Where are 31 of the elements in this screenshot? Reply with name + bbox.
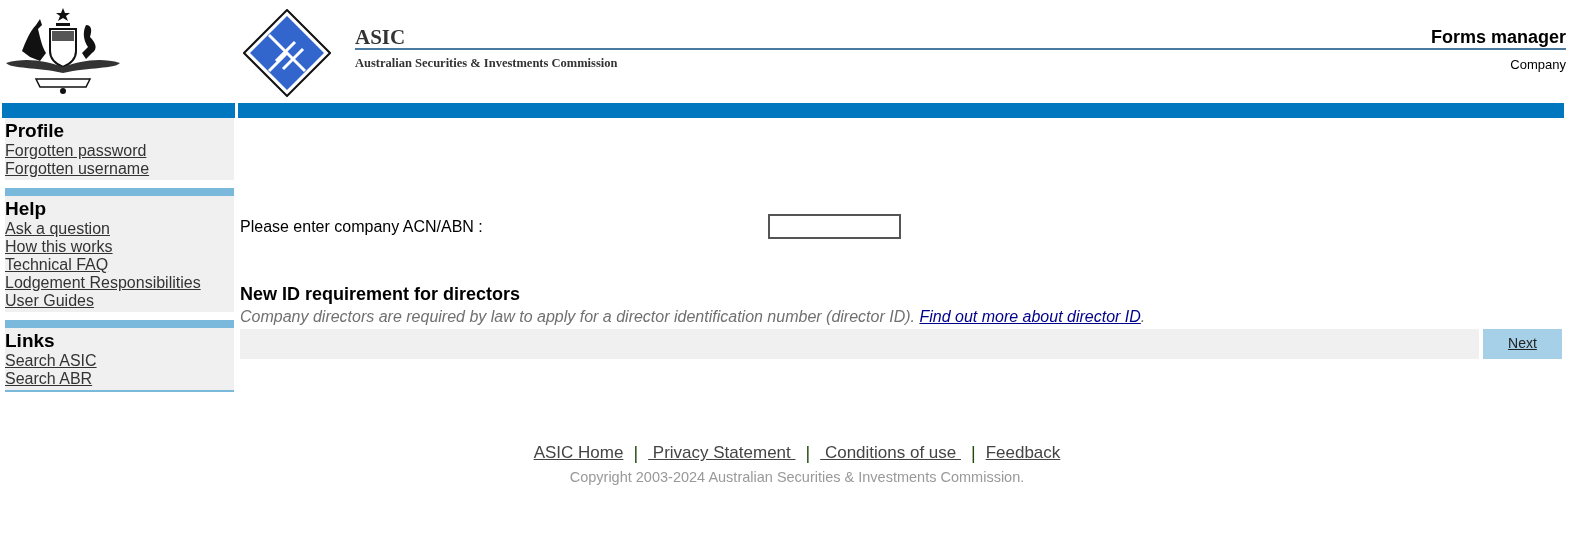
separator: | bbox=[633, 441, 639, 465]
separator: | bbox=[805, 441, 811, 465]
sidebar-link[interactable]: Ask a question bbox=[5, 219, 110, 238]
site-title: ASIC bbox=[355, 24, 406, 48]
diamond-logo-icon bbox=[243, 9, 331, 97]
sidebar-link[interactable]: Technical FAQ bbox=[5, 255, 109, 274]
site-subtitle: Australian Securities & Investments Commission bbox=[355, 55, 618, 72]
acn-input-field[interactable] bbox=[768, 214, 901, 239]
app-title: Forms manager bbox=[1430, 28, 1566, 46]
separator: | bbox=[971, 441, 976, 465]
sidebar-link[interactable]: Lodgement Responsibilities bbox=[5, 273, 201, 292]
sidebar-link[interactable]: Search ABR bbox=[5, 369, 93, 388]
sidebar-link[interactable]: Forgotten password bbox=[5, 141, 147, 160]
director-id-link[interactable]: Find out more about director ID bbox=[919, 307, 1141, 325]
copyright-text: Copyright 2003-2024 Australian Securities & Investments Commission. bbox=[569, 467, 1025, 487]
footer-link[interactable]: Feedback bbox=[985, 440, 1061, 466]
footer-link[interactable]: ASIC Home bbox=[533, 440, 624, 466]
notice-heading: New ID requirement for directors bbox=[240, 285, 522, 305]
section-heading: Profile bbox=[5, 121, 66, 142]
sidebar-link[interactable]: How this works bbox=[5, 237, 113, 256]
next-button[interactable]: Next bbox=[1483, 328, 1562, 359]
field-label: Please enter company ACN/ABN : bbox=[240, 216, 484, 237]
section-heading: Links bbox=[5, 330, 56, 352]
sidebar-link[interactable]: Forgotten username bbox=[5, 159, 150, 178]
footer-link[interactable]: Conditions of use bbox=[820, 440, 961, 466]
notice-text: Company directors are required by law to apply for a director identification number (director ID). Find out more about director ID. bbox=[240, 306, 1147, 327]
section-heading: Help bbox=[5, 198, 48, 220]
app-subtitle: Company bbox=[1510, 56, 1566, 74]
footer-link[interactable]: Privacy Statement bbox=[648, 440, 796, 466]
sidebar-link[interactable]: Search ASIC bbox=[5, 351, 97, 370]
sidebar-link[interactable]: User Guides bbox=[5, 291, 94, 310]
